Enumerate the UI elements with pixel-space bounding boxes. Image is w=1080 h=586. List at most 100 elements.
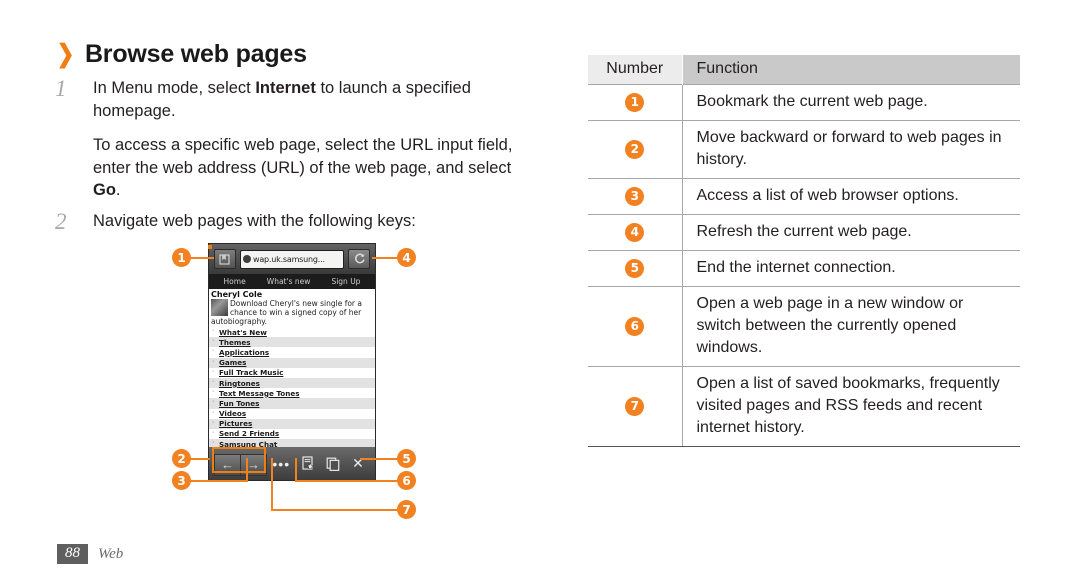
- list-item-label: Games: [219, 358, 247, 368]
- site-nav-item-sign-up[interactable]: Sign Up: [331, 277, 360, 286]
- globe-icon: [243, 255, 251, 263]
- list-item-label: What's New: [219, 327, 267, 337]
- list-item-label: Full Track Music: [219, 368, 284, 378]
- callout-5: 5: [397, 449, 416, 468]
- chevron-right-icon: ❯: [56, 40, 75, 68]
- step-number: 1: [55, 76, 67, 101]
- bullet-icon: ·: [212, 398, 215, 406]
- step-1: 1 In Menu mode, select Internet to launc…: [55, 77, 535, 202]
- windows-icon[interactable]: [321, 454, 345, 474]
- article-text: Download Cheryl's new single for a chanc…: [211, 299, 362, 326]
- history-nav-group: ← →: [214, 453, 267, 476]
- page-number: 88: [57, 544, 88, 564]
- list-item[interactable]: · Send 2 Friends: [209, 428, 375, 440]
- bookmark-page-icon[interactable]: [214, 249, 236, 269]
- bullet-icon: ·: [212, 377, 215, 385]
- table-cell-function: End the internet connection.: [682, 250, 1020, 287]
- list-item[interactable]: · Ringtones: [209, 377, 375, 389]
- number-badge: 2: [625, 139, 645, 159]
- link-list: · What's New · Themes · Applications · Games · Fu…: [209, 327, 375, 449]
- table-row: 4 Refresh the current web page.: [588, 214, 1020, 251]
- arrow-right-icon[interactable]: →: [240, 453, 267, 476]
- bullet-icon: ·: [212, 337, 215, 345]
- list-item-label: Fun Tones: [219, 398, 260, 408]
- step-body: In Menu mode, select Internet to launch …: [93, 77, 535, 202]
- url-input[interactable]: wap.uk.samsung...: [240, 249, 344, 269]
- list-item[interactable]: · What's New: [209, 327, 375, 338]
- table-row: 7 Open a list of saved bookmarks, frequen…: [588, 366, 1020, 447]
- list-item-label: Pictures: [219, 419, 253, 429]
- number-badge: 4: [625, 222, 645, 242]
- list-item[interactable]: · Pictures: [209, 418, 375, 429]
- column-header-number: Number: [588, 55, 682, 85]
- bullet-icon: ·: [212, 347, 215, 355]
- list-item[interactable]: · Themes: [209, 337, 375, 348]
- table-row: 6 Open a web page in a new window or swit…: [588, 286, 1020, 367]
- browser-url-bar: wap.uk.samsung...: [209, 244, 375, 274]
- table-row: 3 Access a list of web browser options.: [588, 178, 1020, 215]
- callout-2: 2: [172, 449, 191, 468]
- number-badge: 6: [625, 316, 645, 336]
- refresh-icon[interactable]: [348, 249, 370, 269]
- leader-line-7-v: [271, 458, 273, 510]
- leader-line-5: [360, 458, 398, 460]
- callout-4: 4: [397, 248, 416, 267]
- table-row: 1 Bookmark the current web page.: [588, 84, 1020, 121]
- number-badge: 3: [625, 186, 645, 206]
- bullet-icon: ·: [212, 327, 215, 334]
- phone-screen: wap.uk.samsung... Home What's new Sign U…: [208, 243, 376, 481]
- column-header-function: Function: [681, 55, 1020, 85]
- leader-line-6-h: [295, 480, 398, 482]
- close-x-icon[interactable]: ✕: [346, 454, 370, 474]
- table-header-row: Number Function: [588, 55, 1020, 85]
- leader-line-7-h: [271, 509, 398, 511]
- list-item[interactable]: · Videos: [209, 408, 375, 419]
- callout-1: 1: [172, 248, 191, 267]
- list-item[interactable]: · Full Track Music: [209, 367, 375, 378]
- table-body: 1 Bookmark the current web page. 2 Move bac…: [588, 84, 1020, 447]
- article-title: Cheryl Cole: [211, 290, 263, 299]
- arrow-left-icon[interactable]: ←: [214, 453, 240, 476]
- step-2: 2 Navigate web pages with the following …: [55, 210, 535, 233]
- table-cell-number: 1: [588, 84, 683, 121]
- site-nav-bar: Home What's new Sign Up: [209, 274, 375, 289]
- callout-6: 6: [397, 471, 416, 490]
- table-cell-number: 6: [588, 286, 683, 367]
- bullet-icon: ·: [212, 439, 215, 447]
- page-footer: 88 Web: [57, 544, 123, 564]
- list-item[interactable]: · Applications: [209, 347, 375, 358]
- bullet-icon: ·: [212, 367, 215, 375]
- number-badge: 7: [625, 396, 645, 416]
- bullet-icon: ·: [212, 408, 215, 416]
- site-nav-item-whats-new[interactable]: What's new: [267, 277, 311, 286]
- table-cell-number: 4: [588, 214, 683, 251]
- leader-line-3-h: [190, 480, 248, 482]
- number-badge: 5: [625, 258, 645, 278]
- list-item[interactable]: · Text Message Tones: [209, 388, 375, 399]
- table-cell-number: 2: [588, 120, 683, 179]
- table-row: 5 End the internet connection.: [588, 250, 1020, 287]
- browser-toolbar: ← → ••• ✕: [209, 447, 375, 480]
- table-cell-function: Open a list of saved bookmarks, frequent…: [682, 366, 1020, 447]
- list-item-label: Themes: [219, 337, 251, 347]
- step-number: 2: [55, 208, 67, 234]
- table-cell-function: Bookmark the current web page.: [682, 84, 1020, 121]
- leader-line-2: [190, 458, 210, 460]
- footer-section-label: Web: [98, 545, 124, 562]
- page-title-text: Browse web pages: [84, 40, 307, 68]
- step-paragraph: To access a specific web page, select th…: [93, 136, 513, 199]
- leader-line-3-v: [246, 458, 248, 481]
- article-body: Download Cheryl's new single for a chanc…: [209, 299, 375, 326]
- step-paragraph: Navigate web pages with the following ke…: [93, 211, 416, 230]
- site-nav-item-home[interactable]: Home: [224, 277, 246, 286]
- bookmark-star-icon[interactable]: [296, 454, 320, 474]
- list-item-label: Send 2 Friends: [219, 429, 280, 439]
- list-item[interactable]: · Fun Tones: [209, 398, 375, 409]
- function-table: Number Function 1 Bookmark the current we…: [588, 55, 1020, 447]
- bullet-icon: ·: [212, 428, 215, 436]
- list-item[interactable]: · Games: [209, 357, 375, 368]
- table-cell-number: 3: [588, 178, 683, 215]
- step-body: Navigate web pages with the following ke…: [93, 210, 535, 233]
- list-item-label: Ringtones: [219, 378, 260, 388]
- bullet-icon: ·: [212, 418, 215, 426]
